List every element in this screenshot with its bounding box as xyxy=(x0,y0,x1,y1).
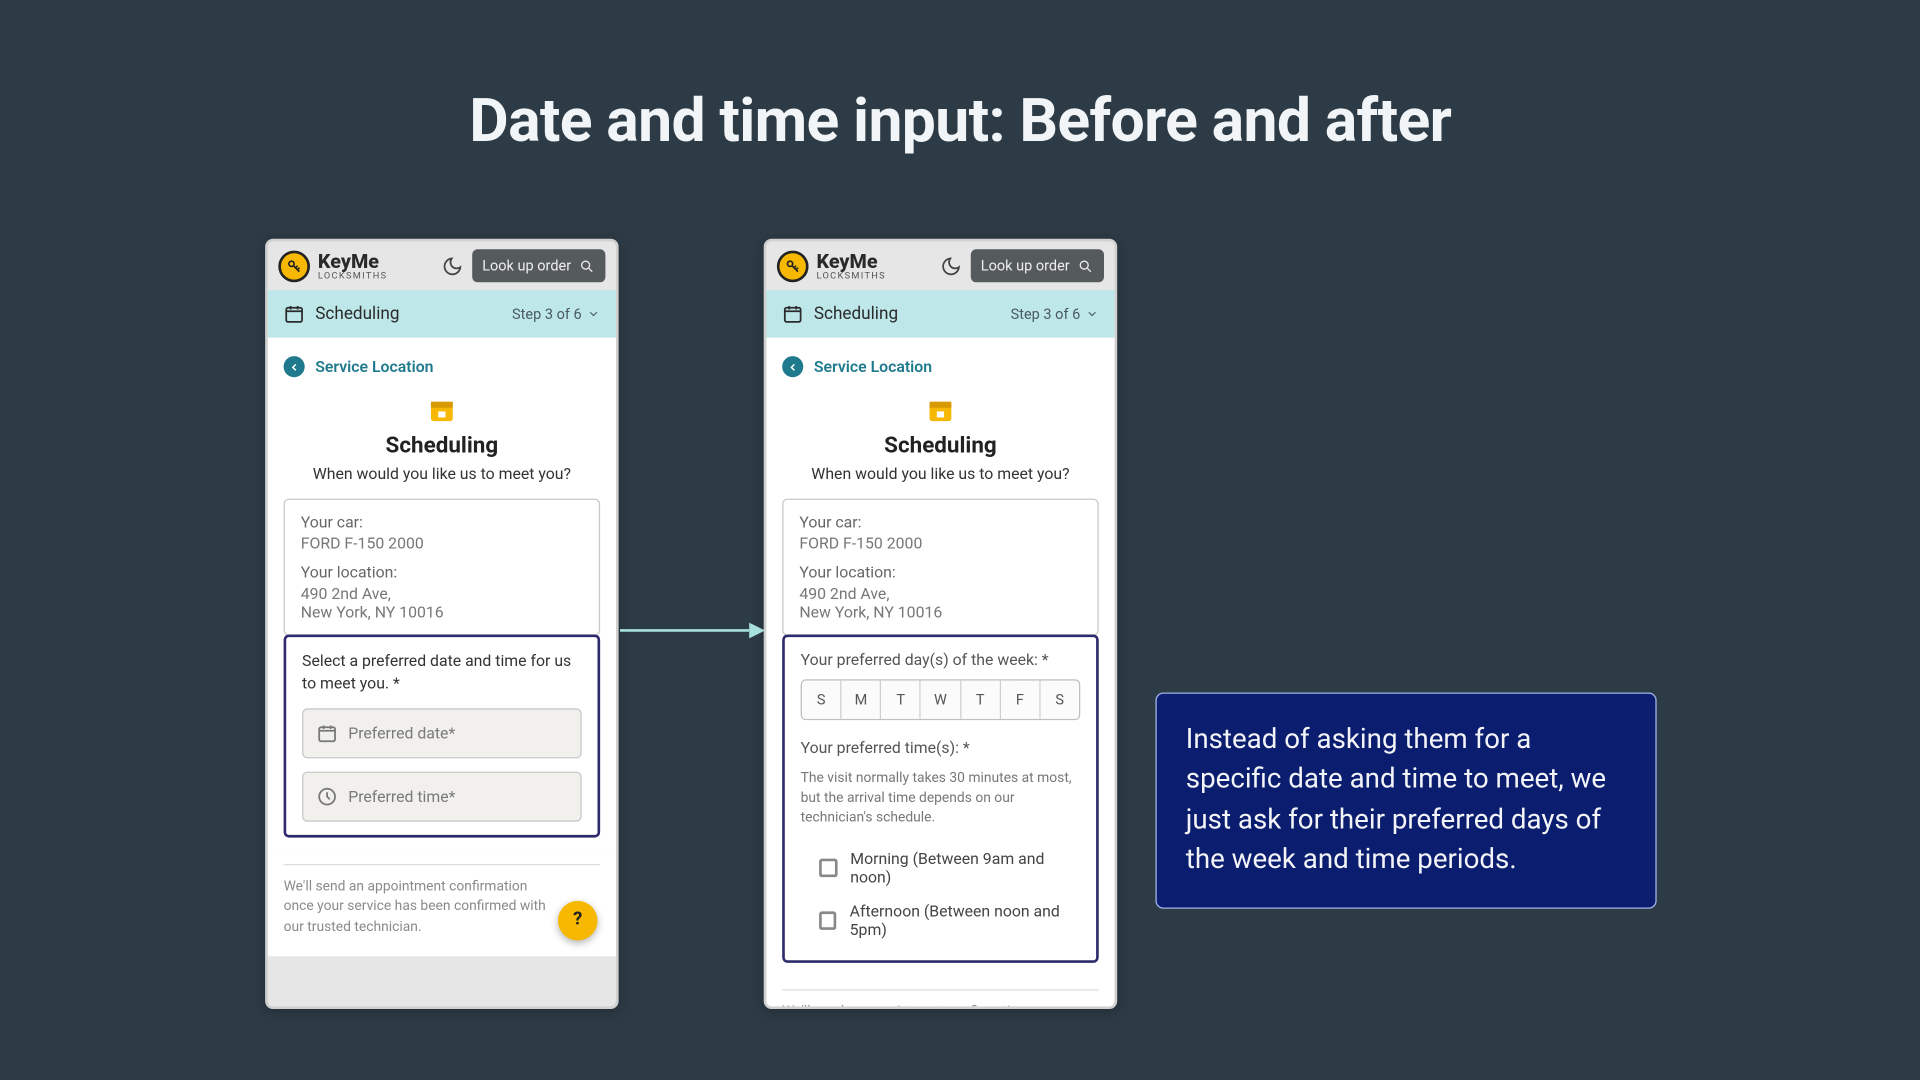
brand-name: KeyMe xyxy=(318,251,388,271)
dark-mode-icon[interactable] xyxy=(939,254,963,278)
chevron-down-icon xyxy=(1086,307,1099,320)
checkbox-icon xyxy=(819,911,836,929)
preferred-date-placeholder: Preferred date* xyxy=(348,724,455,742)
summary-card: Your car: FORD F-150 2000 Your location:… xyxy=(782,499,1099,636)
preference-picker-card: Your preferred day(s) of the week: * S M… xyxy=(782,634,1099,962)
time-option-afternoon[interactable]: Afternoon (Between noon and 5pm) xyxy=(801,894,1081,947)
phone-before: KeyMe LOCKSMITHS Look up order Schedulin… xyxy=(265,239,618,1009)
day-toggle[interactable]: T xyxy=(881,681,921,719)
before-after-arrow-icon xyxy=(620,617,765,643)
brand-text: KeyMe LOCKSMITHS xyxy=(318,251,388,280)
preferred-time-field[interactable]: Preferred time* xyxy=(302,771,582,821)
phone-after: KeyMe LOCKSMITHS Look up order Schedulin… xyxy=(764,239,1117,1009)
datetime-picker-card: Select a preferred date and time for us … xyxy=(284,634,601,837)
explainer-callout: Instead of asking them for a specific da… xyxy=(1155,692,1656,908)
section-subtitle: When would you like us to meet you? xyxy=(284,464,601,482)
lookup-order-label: Look up order xyxy=(482,257,571,274)
preferred-time-placeholder: Preferred time* xyxy=(348,787,455,805)
step-bar-label: Scheduling xyxy=(315,304,399,324)
calendar-icon xyxy=(782,303,803,324)
day-toggle[interactable]: S xyxy=(1040,681,1078,719)
summary-card: Your car: FORD F-150 2000 Your location:… xyxy=(284,499,601,636)
slide-title: Date and time input: Before and after xyxy=(0,86,1920,157)
brand-logo-icon xyxy=(278,250,310,282)
back-arrow-icon xyxy=(782,356,803,377)
day-toggle[interactable]: W xyxy=(921,681,961,719)
day-toggle[interactable]: M xyxy=(842,681,882,719)
day-toggle[interactable]: F xyxy=(1001,681,1041,719)
picker-prompt: Select a preferred date and time for us … xyxy=(302,650,582,694)
search-icon xyxy=(579,258,595,274)
location-line1: 490 2nd Ave, xyxy=(301,584,583,602)
days-label: Your preferred day(s) of the week: * xyxy=(801,650,1081,668)
calendar-large-icon xyxy=(926,396,955,425)
back-arrow-icon xyxy=(284,356,305,377)
times-hint: The visit normally takes 30 minutes at m… xyxy=(801,768,1081,828)
preferred-date-field[interactable]: Preferred date* xyxy=(302,708,582,758)
days-of-week-row: S M T W T F S xyxy=(801,679,1081,720)
footer: We'll send an appointment confirmation o… xyxy=(268,850,616,956)
clock-icon xyxy=(317,786,338,807)
step-bar: Scheduling Step 3 of 6 xyxy=(268,290,616,337)
app-header: KeyMe LOCKSMITHS Look up order xyxy=(268,241,616,290)
lookup-order-button[interactable]: Look up order xyxy=(472,249,606,282)
brand-text: KeyMe LOCKSMITHS xyxy=(816,251,886,280)
back-link[interactable]: Service Location xyxy=(782,356,1099,377)
chevron-down-icon xyxy=(587,307,600,320)
brand-logo-icon xyxy=(777,250,809,282)
calendar-icon xyxy=(284,303,305,324)
help-fab[interactable]: ? xyxy=(558,901,598,941)
step-bar: Scheduling Step 3 of 6 xyxy=(766,290,1114,337)
step-count[interactable]: Step 3 of 6 xyxy=(1011,305,1099,322)
location-label: Your location: xyxy=(301,563,583,581)
checkbox-icon xyxy=(819,858,837,876)
back-link-label: Service Location xyxy=(315,357,433,375)
back-link[interactable]: Service Location xyxy=(284,356,601,377)
times-label: Your preferred time(s): * xyxy=(801,739,1081,757)
app-header: KeyMe LOCKSMITHS Look up order xyxy=(766,241,1114,290)
day-toggle[interactable]: S xyxy=(802,681,842,719)
search-icon xyxy=(1078,258,1094,274)
footer-note: We'll send an appointment confirmation o… xyxy=(284,875,601,937)
footer-note: We'll send an appointment confirmation o… xyxy=(782,1001,1099,1009)
car-value: FORD F-150 2000 xyxy=(301,534,583,552)
section-title: Scheduling xyxy=(284,433,601,459)
calendar-large-icon xyxy=(427,396,456,425)
brand-sub: LOCKSMITHS xyxy=(318,271,388,280)
calendar-icon xyxy=(317,722,338,743)
lookup-order-button[interactable]: Look up order xyxy=(970,249,1104,282)
footer: We'll send an appointment confirmation o… xyxy=(766,976,1114,1009)
dark-mode-icon[interactable] xyxy=(440,254,464,278)
callout-text: Instead of asking them for a specific da… xyxy=(1186,724,1606,876)
day-toggle[interactable]: T xyxy=(961,681,1001,719)
time-option-morning[interactable]: Morning (Between 9am and noon) xyxy=(801,841,1081,894)
car-label: Your car: xyxy=(301,513,583,531)
location-line2: New York, NY 10016 xyxy=(301,603,583,621)
step-count[interactable]: Step 3 of 6 xyxy=(512,305,600,322)
